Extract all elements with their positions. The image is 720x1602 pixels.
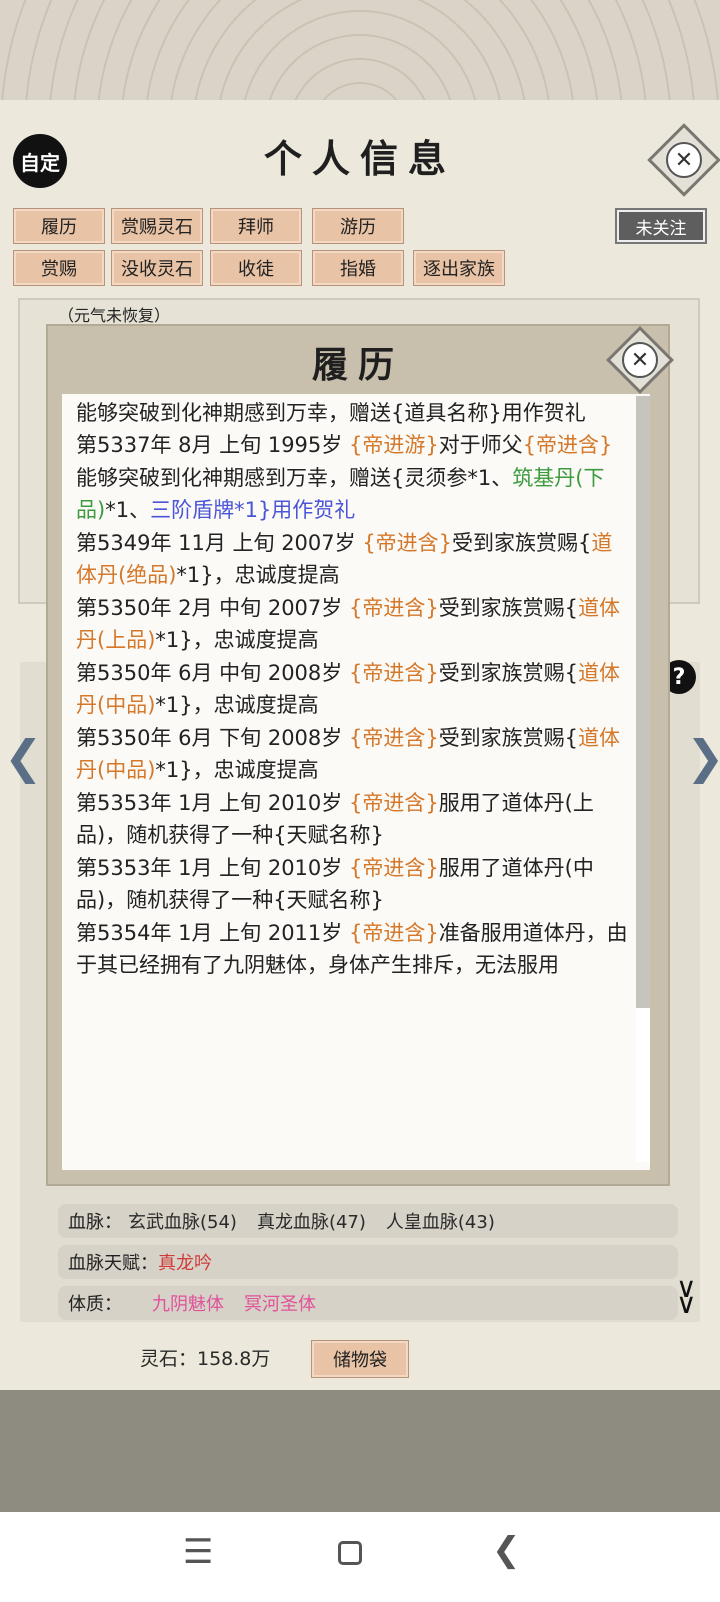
bloodline-row: 血脉： 玄武血脉(54) 真龙血脉(47) 人皇血脉(43): [58, 1204, 678, 1238]
history-entry-text: 第5353年 1月 上旬 2010岁: [76, 790, 349, 815]
physique-label: 体质：: [68, 1294, 122, 1315]
follow-button[interactable]: 未关注: [617, 210, 705, 242]
tab-reward-stones[interactable]: 赏赐灵石: [111, 208, 203, 244]
tab-take-disciple[interactable]: 收徒: [210, 250, 302, 286]
status-note: （元气未恢复）: [58, 306, 171, 325]
bloodline-value: 人皇血脉(43): [385, 1212, 495, 1233]
history-entry-text: 三阶盾牌*1}用作贺礼: [150, 498, 356, 522]
history-entry-text: 受到家族赏赐{: [438, 595, 579, 620]
history-entry: 第5353年 1月 上旬 2010岁 {帝进含}服用了道体丹(中品)，随机获得了…: [76, 852, 628, 917]
back-icon[interactable]: ❮: [492, 1530, 521, 1570]
history-entry-text: *1}，忠诚度提高: [155, 628, 319, 652]
history-entry-text: 第5350年 6月 下旬 2008岁: [76, 725, 349, 750]
tab-arrange-marriage[interactable]: 指婚: [312, 250, 404, 286]
tab-expel[interactable]: 逐出家族: [413, 250, 505, 286]
history-entry-text: 能够突破到化神期感到万幸，赠送{道具名称}用作贺礼: [76, 400, 586, 425]
tab-become-disciple[interactable]: 拜师: [210, 208, 302, 244]
history-entry-text: 受到家族赏赐{: [438, 660, 579, 685]
bloodline-value: 玄武血脉(54): [128, 1212, 237, 1233]
chevron-right-icon[interactable]: ❯: [686, 730, 720, 784]
tab-confiscate-stones[interactable]: 没收灵石: [111, 250, 203, 286]
close-icon: ✕: [622, 342, 658, 378]
history-entry-text: 受到家族赏赐{: [452, 530, 592, 555]
history-entry-text: 第5337年 8月 上旬 1995岁: [76, 433, 349, 457]
history-entry-text: 受到家族赏赐{: [438, 725, 579, 750]
history-entry-text: *1}，忠诚度提高: [155, 693, 319, 717]
history-entry-text: 第5354年 1月 上旬 2011岁: [76, 920, 349, 945]
bloodline-talent-row: 血脉天赋： 真龙吟: [58, 1245, 678, 1279]
history-entry-text: 对于师父: [438, 433, 523, 457]
history-entry-text: {帝进含}: [348, 660, 439, 685]
close-icon: ✕: [666, 142, 702, 178]
history-entry: 第5353年 1月 上旬 2010岁 {帝进含}服用了道体丹(上品)，随机获得了…: [76, 787, 628, 852]
history-entry: 第5337年 8月 上旬 1995岁 {帝进游}对于师父{帝进含}能够突破到化神…: [76, 394, 628, 429]
history-entry-text: {帝进含}: [348, 855, 439, 880]
history-entry-text: {帝进含}: [362, 530, 453, 555]
history-entry-text: 能够突破到化神期感到万幸，赠送{灵须参*1、: [76, 465, 513, 490]
history-entry: 第5354年 1月 上旬 2011岁 {帝进含}准备服用道体丹，由于其已经拥有了…: [76, 917, 628, 982]
history-entry: 第5350年 6月 下旬 2008岁 {帝进含}受到家族赏赐{道体丹(中品)*1…: [76, 722, 628, 787]
history-entry: 第5349年 11月 上旬 2007岁 {帝进含}受到家族赏赐{道体丹(绝品)*…: [76, 527, 628, 592]
history-entry-text: {帝进含}: [522, 433, 613, 457]
bloodline-label: 血脉：: [68, 1212, 122, 1233]
history-entry-text: 第5350年 6月 中旬 2008岁: [76, 660, 349, 685]
history-entry: 第5350年 2月 中旬 2007岁 {帝进含}受到家族赏赐{道体丹(上品)*1…: [76, 592, 628, 657]
history-entry-text: *1}，忠诚度提高: [176, 563, 340, 587]
bloodline-talent-label: 血脉天赋：: [68, 1253, 158, 1274]
spirit-stones: 灵石：158.8万: [140, 1348, 271, 1370]
history-entry-text: 第5350年 2月 中旬 2007岁: [76, 595, 349, 620]
physique-value: 九阴魅体: [152, 1294, 224, 1315]
history-entry-text: *1、: [105, 498, 151, 522]
history-entry-text: 第5353年 1月 上旬 2010岁: [76, 855, 349, 880]
physique-row: 体质： 九阴魅体 冥河圣体: [58, 1286, 678, 1320]
history-log[interactable]: 第5337年 8月 上旬 1995岁 {帝进游}对于师父{帝进含}能够突破到化神…: [62, 394, 650, 1170]
page-title: 个人信息: [263, 136, 456, 181]
storage-bag-button[interactable]: 储物袋: [311, 1340, 409, 1378]
chevron-left-icon[interactable]: ❮: [4, 730, 43, 784]
history-entry-text: *1}，忠诚度提高: [155, 758, 319, 782]
bloodline-talent-value: 真龙吟: [158, 1253, 212, 1274]
scrollbar-thumb[interactable]: [636, 396, 650, 1008]
history-entry-text: 第5349年 11月 上旬 2007岁: [76, 530, 363, 555]
tab-history[interactable]: 履历: [13, 208, 105, 244]
top-decoration: [0, 0, 720, 100]
history-entry: 第5350年 6月 中旬 2008岁 {帝进含}受到家族赏赐{道体丹(中品)*1…: [76, 657, 628, 722]
history-entry-text: {帝进含}: [348, 595, 439, 620]
dialog-title: 履历: [311, 344, 404, 386]
tab-reward[interactable]: 赏赐: [13, 250, 105, 286]
history-entry: 第5337年 8月 上旬 1995岁 {帝进游}对于师父{帝进含} 能够突破到化神…: [76, 429, 628, 527]
bloodline-value: 真龙血脉(47): [256, 1212, 366, 1233]
history-entries: 第5337年 8月 上旬 1995岁 {帝进游}对于师父{帝进含}能够突破到化神…: [76, 394, 628, 982]
history-entry-text: {帝进含}: [348, 920, 439, 945]
menu-icon[interactable]: ☰: [183, 1532, 213, 1572]
history-entry-text: {帝进含}: [348, 790, 439, 815]
history-entry-text: {帝进游}: [348, 433, 439, 457]
physique-value: 冥河圣体: [244, 1294, 316, 1315]
home-icon[interactable]: [338, 1541, 362, 1565]
tab-travel[interactable]: 游历: [312, 208, 404, 244]
double-chevron-down-icon[interactable]: ∨ ∨: [676, 1274, 697, 1318]
history-entry-text: {帝进含}: [348, 725, 439, 750]
